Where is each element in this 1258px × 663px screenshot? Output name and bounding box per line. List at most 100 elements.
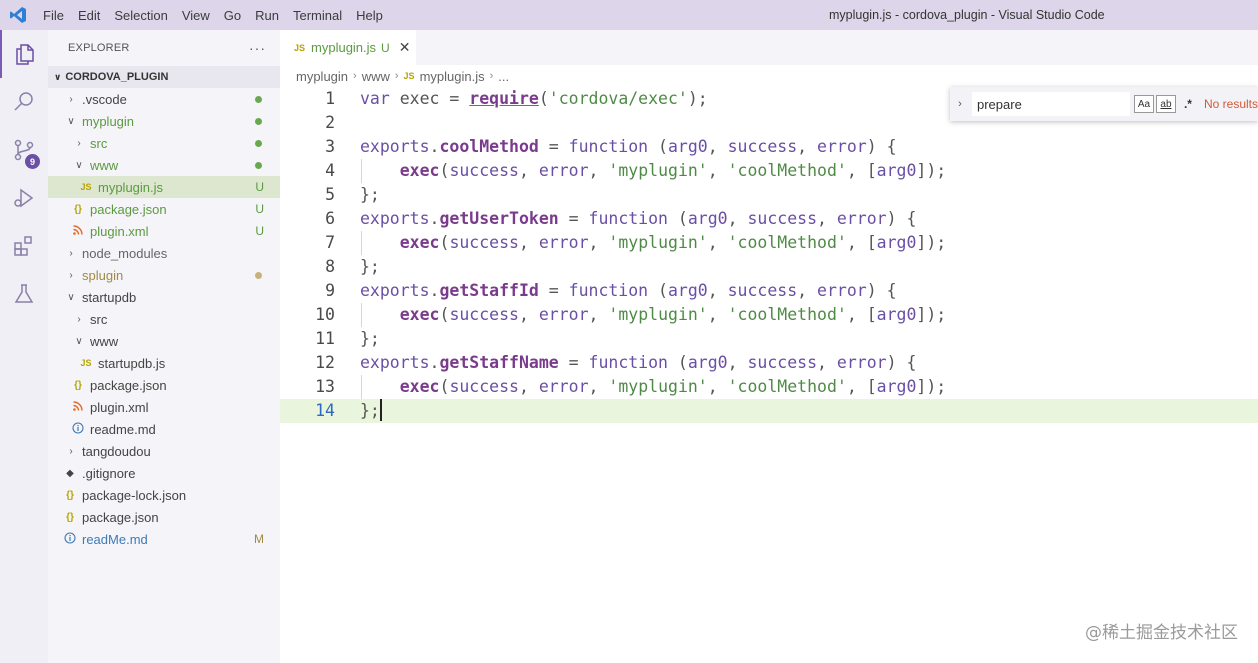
tree-file-gitignore[interactable]: ◆ .gitignore (48, 462, 280, 484)
activity-explorer[interactable] (0, 30, 48, 78)
tree-folder-www[interactable]: ∨ www (48, 154, 280, 176)
whole-word-toggle[interactable]: ab (1155, 95, 1176, 113)
json-file-icon: {} (66, 511, 74, 523)
tab-label: myplugin.js (311, 40, 377, 55)
chevron-right-icon: › (69, 445, 73, 457)
extensions-icon (14, 236, 32, 256)
tree-folder-node-modules[interactable]: › node_modules (48, 242, 280, 264)
breadcrumb-item[interactable]: www (362, 69, 390, 84)
menu-view[interactable]: View (175, 8, 217, 23)
tree-folder-tangdoudou[interactable]: › tangdoudou (48, 440, 280, 462)
tree-item-label: .vscode (82, 91, 127, 107)
code-line: 10 exec(success, error, 'myplugin', 'coo… (280, 303, 1258, 327)
code-editor[interactable]: 1 var exec = require('cordova/exec'); 2 … (280, 87, 1258, 663)
git-modified-dot (255, 271, 262, 279)
match-case-toggle[interactable]: Aa (1133, 95, 1154, 113)
json-file-icon: {} (74, 203, 82, 215)
line-number: 5 (325, 185, 335, 204)
tree-folder-startupdb-www[interactable]: ∨ www (48, 330, 280, 352)
chevron-right-icon: › (69, 247, 73, 259)
code-line: 3 exports.coolMethod = function (arg0, s… (280, 135, 1258, 159)
menu-go[interactable]: Go (217, 8, 248, 23)
more-actions-icon[interactable]: ··· (249, 40, 266, 56)
git-untracked-dot (255, 117, 262, 125)
explorer-title: EXPLORER (68, 42, 130, 54)
activity-run-debug[interactable] (0, 174, 48, 222)
tree-item-label: package.json (90, 201, 167, 217)
code-text: exports.getUserToken = function (arg0, s… (360, 209, 917, 228)
workspace-root[interactable]: ∨ CORDOVA_PLUGIN (48, 66, 280, 88)
tree-file-root-package-json[interactable]: {} package.json (48, 506, 280, 528)
tree-item-label: startupdb (82, 289, 137, 305)
git-untracked-dot (255, 139, 262, 147)
tree-folder-myplugin[interactable]: ∨ myplugin (48, 110, 280, 132)
tree-folder-src[interactable]: › src (48, 132, 280, 154)
breadcrumb-item[interactable]: myplugin (296, 69, 348, 84)
run-debug-icon (14, 188, 34, 208)
menu-help[interactable]: Help (349, 8, 390, 23)
menu-terminal[interactable]: Terminal (286, 8, 349, 23)
tree-item-label: readMe.md (82, 531, 148, 547)
activity-source-control[interactable]: 9 (0, 126, 48, 174)
tree-file-package-lock-json[interactable]: {} package-lock.json (48, 484, 280, 506)
line-number: 2 (325, 113, 335, 132)
tree-folder-startupdb-src[interactable]: › src (48, 308, 280, 330)
code-text: }; (360, 329, 380, 348)
tree-folder-splugin[interactable]: › splugin (48, 264, 280, 286)
tab-myplugin-js[interactable]: JS myplugin.js U ✕ (280, 30, 416, 65)
git-status-untracked: U (255, 180, 264, 194)
tree-item-label: .gitignore (82, 465, 136, 481)
tree-file-package-json[interactable]: {} package.json U (48, 198, 280, 220)
tree-item-label: package-lock.json (82, 487, 187, 503)
rss-file-icon (72, 224, 84, 238)
git-untracked-dot (255, 95, 262, 103)
tree-item-label: package.json (82, 509, 159, 525)
javascript-file-icon: JS (80, 358, 92, 368)
git-status-modified: M (254, 532, 264, 546)
menu-selection[interactable]: Selection (107, 8, 174, 23)
line-number: 7 (325, 233, 335, 252)
tree-file-startupdb-js[interactable]: JS startupdb.js (48, 352, 280, 374)
tree-item-label: splugin (82, 267, 124, 283)
find-input[interactable]: prepare (972, 92, 1130, 116)
scm-badge: 9 (25, 154, 40, 169)
tree-item-label: startupdb.js (98, 355, 166, 371)
tree-file-startupdb-plugin-xml[interactable]: plugin.xml (48, 396, 280, 418)
tree-folder-startupdb[interactable]: ∨ startupdb (48, 286, 280, 308)
javascript-file-icon: JS (403, 71, 415, 81)
breadcrumb-item[interactable]: ... (498, 69, 509, 84)
activity-search[interactable] (0, 78, 48, 126)
chevron-down-icon: ∨ (67, 115, 75, 127)
code-text: exec(success, error, 'myplugin', 'coolMe… (399, 377, 947, 396)
line-number: 11 (315, 329, 335, 348)
line-number: 3 (325, 137, 335, 156)
code-text: }; (360, 257, 380, 276)
chevron-right-icon: › (394, 70, 399, 82)
chevron-right-icon: › (77, 313, 81, 325)
tree-file-readme-md[interactable]: readme.md (48, 418, 280, 440)
tree-item-label: readme.md (90, 421, 156, 437)
tree-file-plugin-xml[interactable]: plugin.xml U (48, 220, 280, 242)
code-text: }; (360, 185, 380, 204)
tree-file-myplugin-js[interactable]: JS myplugin.js U (48, 176, 280, 198)
activity-testing[interactable] (0, 270, 48, 318)
tree-file-readme-root[interactable]: readMe.md M (48, 528, 280, 550)
activity-extensions[interactable] (0, 222, 48, 270)
code-line: 9 exports.getStaffId = function (arg0, s… (280, 279, 1258, 303)
regex-toggle[interactable]: .* (1178, 95, 1198, 113)
tree-folder-vscode[interactable]: › .vscode (48, 88, 280, 110)
tree-file-startupdb-package-json[interactable]: {} package.json (48, 374, 280, 396)
menu-run[interactable]: Run (248, 8, 286, 23)
git-untracked-dot (255, 161, 262, 169)
close-icon[interactable]: ✕ (399, 39, 411, 56)
breadcrumb-item[interactable]: myplugin.js (420, 69, 485, 84)
menu-edit[interactable]: Edit (71, 8, 107, 23)
code-text: exports.getStaffId = function (arg0, suc… (360, 281, 897, 300)
menu-file[interactable]: File (36, 8, 71, 23)
line-number: 4 (325, 161, 335, 180)
code-text: exports.getStaffName = function (arg0, s… (360, 353, 917, 372)
git-status-untracked: U (255, 202, 264, 216)
toggle-replace-chevron-icon[interactable]: › (950, 98, 970, 110)
javascript-file-icon: JS (80, 182, 92, 192)
code-text: var exec = require('cordova/exec'); (360, 89, 708, 108)
